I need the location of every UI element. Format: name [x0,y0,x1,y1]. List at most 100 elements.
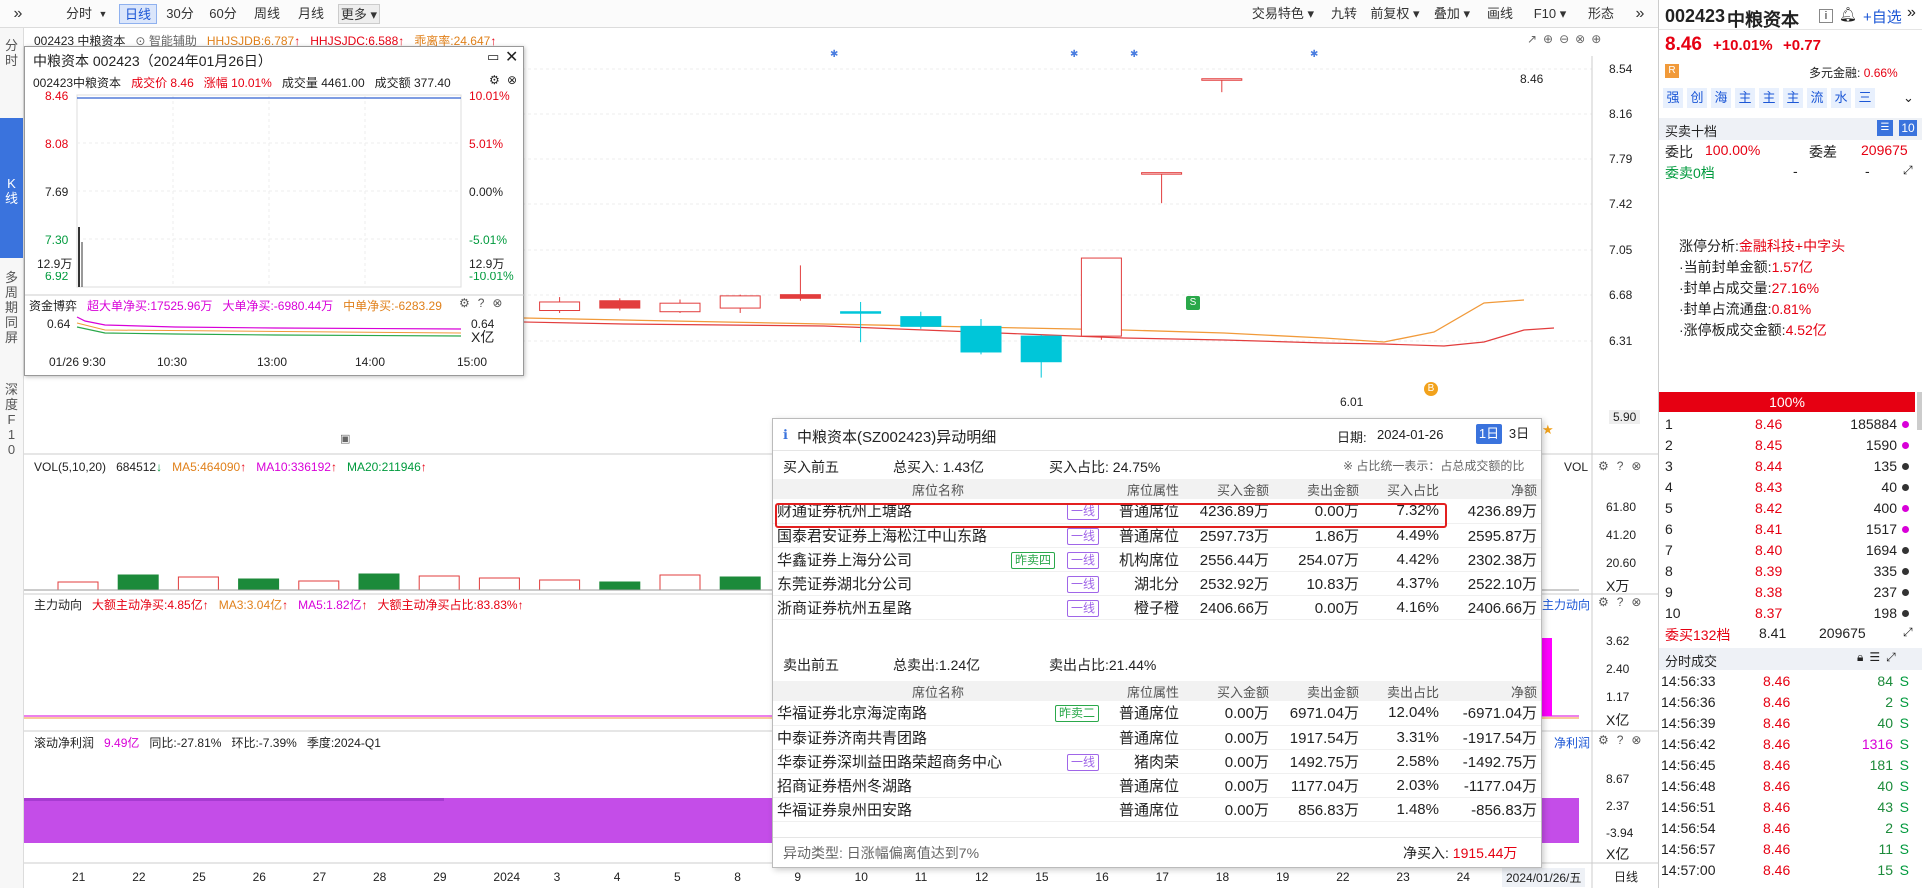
expand-box-icon[interactable]: ⤢ [1903,625,1913,640]
tier-tag: 一线 [1066,551,1099,569]
col-header: 卖出占比 [1363,681,1443,701]
feature-tag[interactable]: 强 [1663,88,1683,108]
nav-f10[interactable]: 深度F10 [0,380,23,470]
tool-pattern[interactable]: 形态 [1584,4,1618,24]
scrollbar[interactable] [1917,392,1922,430]
seat-row[interactable]: 招商证券梧州冬湖路 普通席位 0.00万 1177.04万 2.03% -1177.04万 [773,773,1541,797]
x-axis-label: 26 [252,870,266,884]
bid-row[interactable]: 4 8.43 40 [1659,477,1922,498]
sector[interactable]: 多元金融: 0.66% [1809,64,1898,81]
nav-fenshi[interactable]: 分时 [0,36,23,72]
nav-multi-period[interactable]: 多周期同屏 [0,268,23,358]
ob-num-button[interactable]: 10 [1899,120,1917,136]
seat-name: 东莞证券湖北分公司 [777,575,913,593]
bid-row[interactable]: 5 8.42 400 [1659,498,1922,519]
tool-trade-features[interactable]: 交易特色 ▾ [1246,4,1320,24]
dragon-tiger-panel[interactable]: ℹ 中粮资本(SZ002423)异动明细 日期: 2024-01-26 1日 3… [772,418,1542,868]
chart-marker-icon: ✱ [1310,49,1319,60]
bid-row[interactable]: 9 8.38 237 [1659,582,1922,603]
seat-net: -6971.04万 [1462,705,1537,723]
tool-draw[interactable]: 画线 [1484,4,1516,24]
tab-more[interactable]: 更多 ▾ [338,4,380,24]
volume-bar [719,576,761,591]
feature-tag[interactable]: 主 [1759,88,1779,108]
tool-overlay[interactable]: 叠加 ▾ [1430,4,1474,24]
tab-3day[interactable]: 3日 [1506,424,1532,444]
bid-row[interactable]: 7 8.40 1694 [1659,540,1922,561]
tags-expand-icon[interactable]: ⌄ [1903,90,1914,106]
tab-daily[interactable]: 日线 [119,4,157,24]
bid-price: 8.41 [1755,521,1783,537]
tab-monthly[interactable]: 月线 [296,4,326,24]
feature-tag[interactable]: 水 [1831,88,1851,108]
bid-row[interactable]: 3 8.44 135 [1659,456,1922,477]
popup-flow-icons[interactable]: ⚙?⊗ [459,296,511,310]
seat-row[interactable]: 华福证券泉州田安路 普通席位 0.00万 856.83万 1.48% -856.83万 [773,797,1541,821]
seat-row[interactable]: 中泰证券济南共青团路 普通席位 0.00万 1917.54万 3.31% -1917.54… [773,725,1541,749]
feature-tag[interactable]: 三 [1855,88,1875,108]
sell-total: 总卖出:1.24亿 [893,657,981,673]
seat-net: -856.83万 [1471,801,1537,819]
bid-row[interactable]: 10 8.37 198 [1659,603,1922,624]
bid-row[interactable]: 6 8.41 1517 [1659,519,1922,540]
seat-row[interactable]: 华鑫证券上海分公司 昨卖四 一线 机构席位 2556.44万 254.07万 4.42% 23… [773,547,1541,571]
bid-row[interactable]: 2 8.45 1590 [1659,435,1922,456]
limit-analysis: 涨停分析:金融科技+中字头 ·当前封单金额:1.57亿 ·封单占成交量:27.16%… [1679,236,1919,341]
tool-fuquan[interactable]: 前复权 ▾ [1366,4,1424,24]
tab-weekly[interactable]: 周线 [252,4,282,24]
seat-row[interactable]: 华福证券北京海淀南路 昨卖二 普通席位 0.00万 6971.04万 12.04% -697… [773,701,1541,725]
dropdown-icon[interactable]: ▼ [96,4,110,24]
feature-tag[interactable]: 主 [1735,88,1755,108]
feature-tag[interactable]: 创 [1687,88,1707,108]
seat-attr: 普通席位 [1118,729,1179,747]
popup-time: 15:00 [457,355,488,369]
tool-jiuzhuan[interactable]: 九转 [1324,4,1364,24]
bid-price: 8.39 [1755,563,1783,579]
add-watchlist-button[interactable]: +自选 [1863,6,1902,27]
up-arrow-icon: ↑ [361,598,368,612]
nav-kline[interactable]: K线 [0,118,23,258]
tick-tools-icons[interactable]: 🔒︎☰⤢ [1857,650,1902,665]
high-marker: 8.46 [1520,72,1544,86]
col-header: 卖出金额 [1273,479,1363,499]
collapse-icon[interactable]: » [1907,4,1916,22]
feature-tag[interactable]: 海 [1711,88,1731,108]
tool-f10[interactable]: F10 ▾ [1530,4,1570,24]
bid-price: 8.44 [1755,458,1783,474]
flow-pane-icons[interactable]: ⚙?⊗ [1598,595,1650,609]
tick-volume: 15 [1877,862,1893,878]
up-arrow-icon: ↑ [282,598,289,612]
bid-price: 8.43 [1755,479,1783,495]
chart-top-icons[interactable]: ↗⊕⊖⊗⊕ [1527,32,1607,46]
popup-laxis: 8.46 [45,89,69,103]
tab-1day[interactable]: 1日 [1476,424,1502,444]
tick-side: S [1899,736,1909,752]
seat-ratio: 2.03% [1396,776,1439,794]
info-icon[interactable]: i [1819,9,1833,23]
bid-row[interactable]: 8 8.39 335 [1659,561,1922,582]
feature-tag[interactable]: 主 [1783,88,1803,108]
bell-icon[interactable]: 🔔︎ [1839,6,1857,23]
ob-list-icon[interactable]: ☰ [1877,120,1893,136]
intraday-popup[interactable]: 中粮资本 002423（2024年01月26日） ▭ ✕ 002423中粮资本 … [24,46,525,376]
expand-icon[interactable]: » [1628,4,1652,24]
tick-price: 8.46 [1763,673,1791,689]
seat-row[interactable]: 华泰证券深圳益田路荣超商务中心 一线 猪肉荣 0.00万 1492.75万 2.58% -1… [773,749,1541,773]
event-marker-icon[interactable]: ▣ [340,432,350,445]
seat-buy: 2532.92万 [1199,575,1269,593]
candle [599,300,641,309]
feature-tag[interactable]: 流 [1807,88,1827,108]
bid-row[interactable]: 1 8.46 185884 [1659,414,1922,435]
plus-icon: + [1863,9,1872,26]
seat-row[interactable]: 浙商证券杭州五星路 一线 橙子橙 2406.66万 0.00万 4.16% 2406.66万 [773,595,1541,619]
collapse-icon[interactable]: » [6,4,30,24]
tab-30min[interactable]: 30分 [165,4,195,24]
tab-fenshi[interactable]: 分时 [64,4,94,24]
seat-row[interactable]: 东莞证券湖北分公司 一线 湖北分 2532.92万 10.83万 4.37% 2522.10… [773,571,1541,595]
analysis-key: ·封单占流通盘: [1679,301,1772,317]
signal-s-icon: S [1186,296,1200,310]
expand-box-icon[interactable]: ⤢ [1903,163,1913,178]
vol-pane-icons[interactable]: ⚙?⊗ [1598,459,1650,473]
tab-60min[interactable]: 60分 [208,4,238,24]
profit-pane-icons[interactable]: ⚙?⊗ [1598,733,1650,747]
